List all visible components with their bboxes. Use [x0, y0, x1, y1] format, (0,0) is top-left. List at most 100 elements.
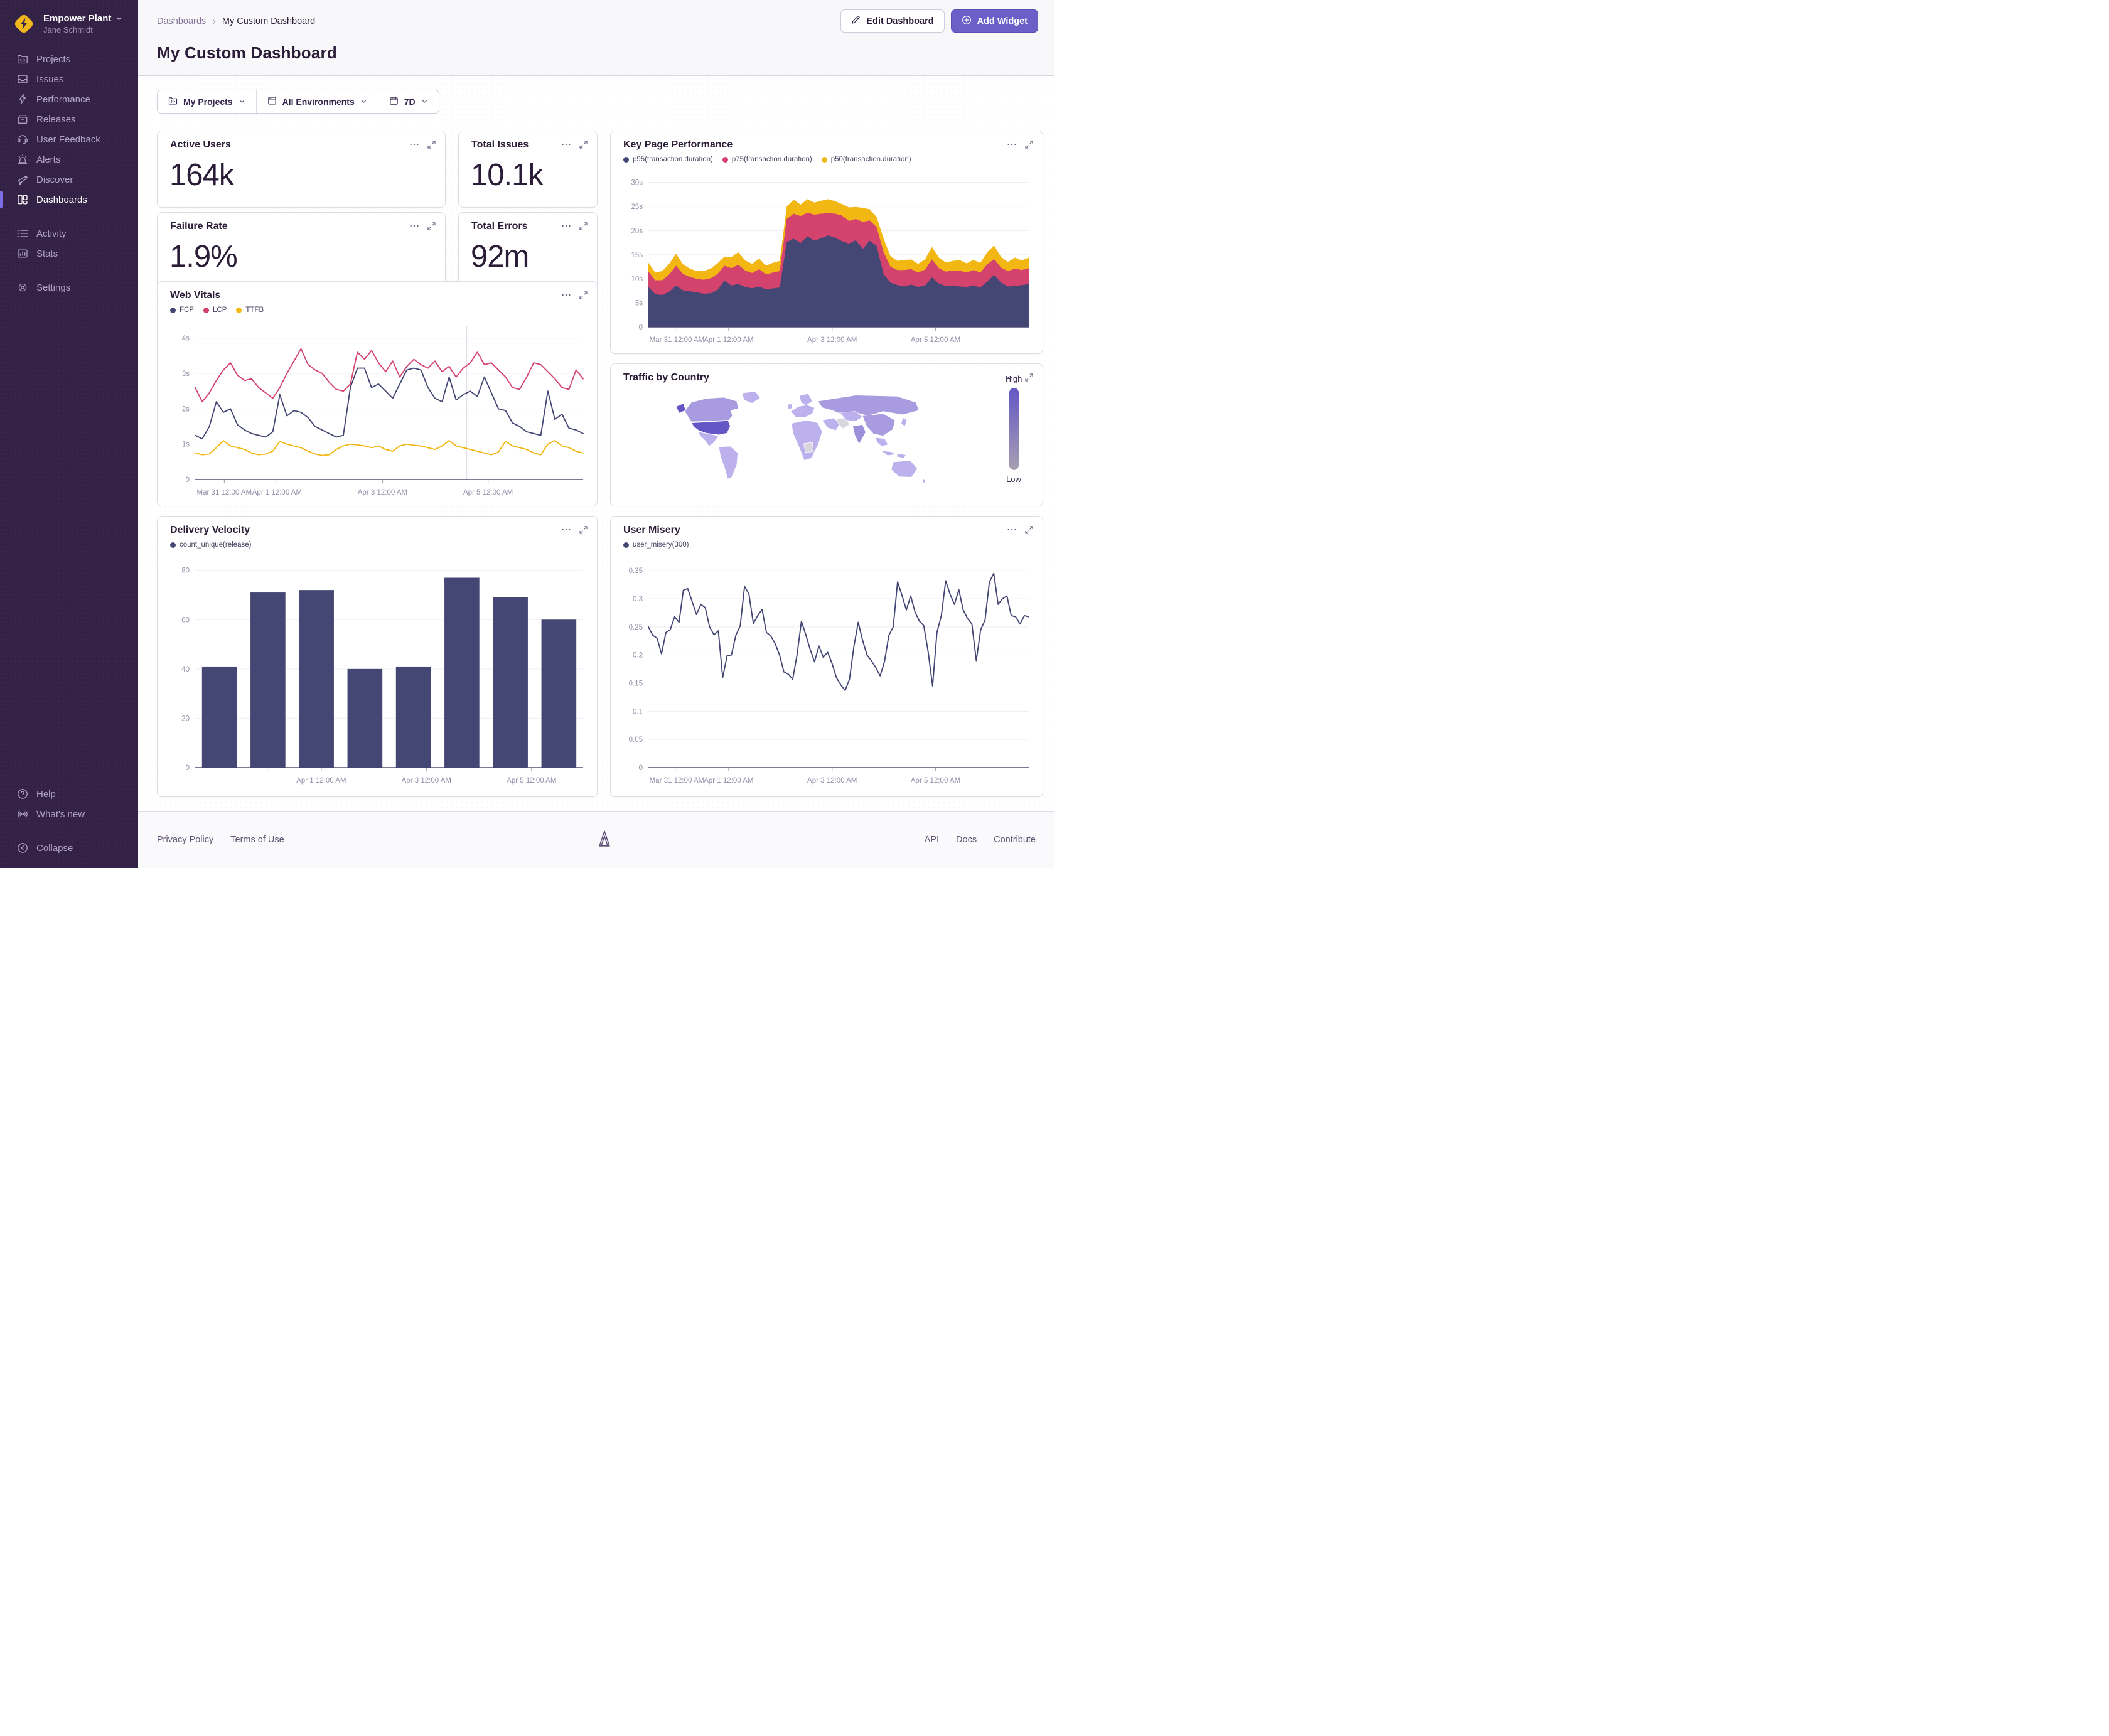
svg-text:Apr 1 12:00 AM: Apr 1 12:00 AM — [252, 489, 302, 496]
sidebar-item-projects[interactable]: Projects — [0, 49, 138, 69]
sentry-logo-icon — [595, 829, 614, 850]
legend-item[interactable]: p75(transaction.duration) — [722, 156, 812, 163]
sidebar-item-releases[interactable]: Releases — [0, 109, 138, 129]
footer-link-api[interactable]: API — [925, 835, 939, 845]
legend-item[interactable]: TTFB — [236, 306, 264, 314]
web-vitals-chart[interactable]: 0 1s 2s 3s 4s Mar 31 12:00 AM Apr 1 12:00 AM Ap… — [168, 321, 588, 500]
widget-menu-icon[interactable] — [561, 290, 571, 300]
add-widget-button[interactable]: Add Widget — [950, 9, 1038, 33]
footer-link-docs[interactable]: Docs — [956, 835, 977, 845]
sidebar-item-collapse[interactable]: Collapse — [0, 838, 138, 858]
expand-icon[interactable] — [1024, 140, 1034, 149]
svg-text:Apr 5 12:00 AM: Apr 5 12:00 AM — [463, 489, 513, 496]
folder-code-icon — [168, 96, 178, 107]
filter-bar: My Projects All Environments 7D — [157, 90, 439, 114]
widget-active-users: Active Users 164k — [157, 131, 446, 208]
expand-icon[interactable] — [579, 222, 588, 231]
stats-icon — [17, 248, 28, 259]
svg-text:Apr 3 12:00 AM: Apr 3 12:00 AM — [807, 777, 857, 785]
sidebar-item-settings[interactable]: Settings — [0, 277, 138, 297]
legend-dot-icon — [170, 542, 176, 548]
svg-text:4s: 4s — [182, 335, 190, 343]
chevron-down-icon — [239, 97, 245, 107]
sidebar-item-dashboards[interactable]: Dashboards — [0, 190, 138, 210]
expand-icon[interactable] — [579, 291, 588, 300]
svg-text:3s: 3s — [182, 370, 190, 378]
widget-title: Total Errors — [471, 221, 528, 232]
widget-menu-icon[interactable] — [1007, 525, 1017, 535]
widget-title: User Misery — [623, 525, 680, 535]
breadcrumb-dashboards-link[interactable]: Dashboards — [157, 16, 206, 26]
legend-dot-icon — [623, 156, 629, 163]
footer-link-terms-of-use[interactable]: Terms of Use — [230, 835, 284, 845]
chart-legend: FCP LCP TTFB — [170, 306, 264, 314]
svg-text:Apr 5 12:00 AM: Apr 5 12:00 AM — [911, 336, 960, 344]
sidebar-item-what-s-new[interactable]: What's new — [0, 804, 138, 824]
svg-text:80: 80 — [181, 567, 190, 575]
legend-item[interactable]: count_unique(release) — [170, 541, 251, 549]
edit-dashboard-button[interactable]: Edit Dashboard — [840, 9, 945, 33]
map-legend-gradient — [1009, 388, 1019, 470]
svg-text:0: 0 — [186, 476, 190, 484]
svg-text:0.1: 0.1 — [633, 708, 643, 715]
svg-text:60: 60 — [181, 616, 190, 624]
expand-icon[interactable] — [427, 222, 436, 231]
widget-title: Delivery Velocity — [170, 525, 250, 535]
expand-icon[interactable] — [427, 140, 436, 149]
legend-item[interactable]: FCP — [170, 306, 194, 314]
sidebar-item-issues[interactable]: Issues — [0, 69, 138, 89]
footer-link-privacy-policy[interactable]: Privacy Policy — [157, 835, 213, 845]
sidebar-item-label: Discover — [36, 174, 73, 185]
svg-text:1s: 1s — [182, 441, 190, 449]
footer-link-contribute[interactable]: Contribute — [994, 835, 1036, 845]
active-indicator — [0, 191, 3, 208]
sidebar-footer-nav: Help What's new Collapse — [0, 770, 138, 858]
sidebar-item-user-feedback[interactable]: User Feedback — [0, 129, 138, 149]
sidebar-item-stats[interactable]: Stats — [0, 244, 138, 264]
expand-icon[interactable] — [1024, 525, 1034, 535]
settings-icon — [17, 282, 28, 293]
svg-text:Apr 1 12:00 AM: Apr 1 12:00 AM — [704, 777, 753, 785]
svg-text:40: 40 — [181, 666, 190, 673]
sidebar-item-alerts[interactable]: Alerts — [0, 149, 138, 169]
sidebar-item-label: Collapse — [36, 842, 73, 854]
expand-icon[interactable] — [579, 525, 588, 535]
legend-dot-icon — [722, 156, 728, 163]
expand-icon[interactable] — [579, 140, 588, 149]
svg-text:10s: 10s — [631, 276, 643, 283]
key-page-performance-chart[interactable]: 0 5s 10s 15s 20s 25s 30s Mar 31 12:00 AM Apr 1 1… — [621, 170, 1034, 347]
sidebar-item-activity[interactable]: Activity — [0, 223, 138, 244]
window-icon — [267, 96, 277, 107]
sidebar-item-label: Issues — [36, 73, 64, 85]
sidebar-item-label: Alerts — [36, 154, 61, 165]
widget-menu-icon[interactable] — [1007, 139, 1017, 149]
world-map — [638, 385, 965, 500]
svg-text:Mar 31 12:00 AM: Mar 31 12:00 AM — [197, 489, 252, 496]
widget-menu-icon[interactable] — [561, 221, 571, 231]
sidebar-item-discover[interactable]: Discover — [0, 169, 138, 190]
date-range-filter[interactable]: 7D — [377, 90, 439, 113]
environment-filter[interactable]: All Environments — [255, 90, 378, 113]
sidebar-item-performance[interactable]: Performance — [0, 89, 138, 109]
legend-item[interactable]: p50(transaction.duration) — [821, 156, 911, 163]
sidebar: Empower Plant Jane Schmidt Projects Issue… — [0, 0, 138, 868]
widget-user-misery: User Misery user_misery(300) 0 0.05 0.1 0.1… — [610, 516, 1043, 797]
widget-menu-icon[interactable] — [409, 221, 419, 231]
user-misery-chart[interactable]: 0 0.05 0.1 0.15 0.2 0.25 0.3 0.35 Mar 31 12:00 A… — [621, 555, 1034, 788]
project-filter[interactable]: My Projects — [158, 90, 256, 113]
svg-text:Apr 1 12:00 AM: Apr 1 12:00 AM — [296, 777, 346, 785]
sidebar-item-help[interactable]: Help — [0, 784, 138, 804]
widget-title: Total Issues — [471, 139, 529, 150]
legend-item[interactable]: LCP — [203, 306, 227, 314]
delivery-velocity-chart[interactable]: 0 20 40 60 80 Apr 1 12:00 AM Apr 3 12:00 AM Apr… — [168, 555, 588, 788]
widget-menu-icon[interactable] — [561, 139, 571, 149]
widget-menu-icon[interactable] — [561, 525, 571, 535]
widget-web-vitals: Web Vitals FCP LCP TTFB 0 1s 2s 3s 4s Mar 31 12… — [157, 281, 598, 506]
org-switcher[interactable]: Empower Plant Jane Schmidt — [0, 0, 138, 40]
legend-item[interactable]: p95(transaction.duration) — [623, 156, 713, 163]
widget-menu-icon[interactable] — [409, 139, 419, 149]
legend-item[interactable]: user_misery(300) — [623, 541, 689, 549]
svg-text:30s: 30s — [631, 179, 643, 187]
svg-text:25s: 25s — [631, 203, 643, 211]
svg-text:20: 20 — [181, 715, 190, 722]
